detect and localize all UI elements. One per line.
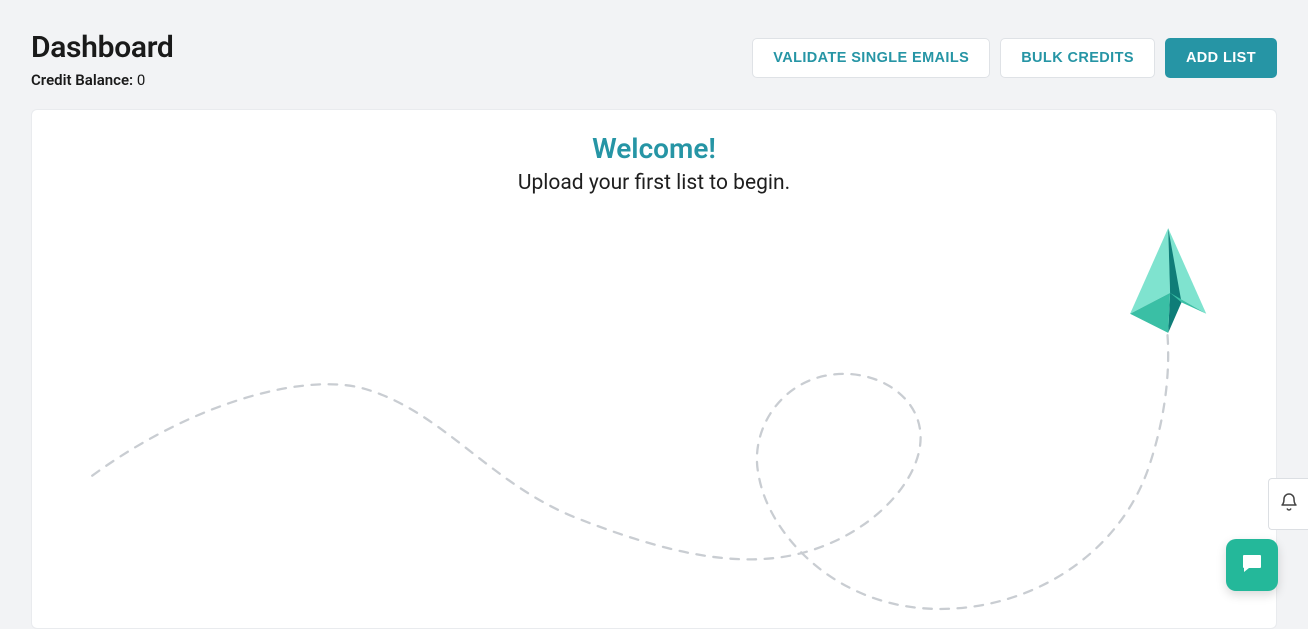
credit-balance-value: 0	[137, 71, 145, 89]
empty-state-illustration	[32, 190, 1276, 628]
paper-plane-icon	[1130, 228, 1206, 333]
title-block: Dashboard Credit Balance: 0	[31, 30, 174, 89]
flight-path	[92, 304, 1168, 609]
header-actions: VALIDATE SINGLE EMAILS BULK CREDITS ADD …	[752, 30, 1277, 78]
chat-icon	[1240, 551, 1264, 579]
credit-balance-label: Credit Balance:	[31, 71, 133, 89]
bell-icon	[1280, 492, 1298, 516]
welcome-title: Welcome!	[52, 132, 1256, 165]
header-row: Dashboard Credit Balance: 0 VALIDATE SIN…	[31, 30, 1277, 89]
add-list-button[interactable]: ADD LIST	[1165, 38, 1277, 78]
credit-balance: Credit Balance: 0	[31, 71, 174, 89]
chat-button[interactable]	[1226, 539, 1278, 591]
page-title: Dashboard	[31, 30, 174, 65]
notifications-button[interactable]	[1268, 478, 1308, 530]
welcome-card: Welcome! Upload your first list to begin…	[31, 109, 1277, 629]
bulk-credits-button[interactable]: BULK CREDITS	[1000, 38, 1155, 78]
validate-single-emails-button[interactable]: VALIDATE SINGLE EMAILS	[752, 38, 990, 78]
